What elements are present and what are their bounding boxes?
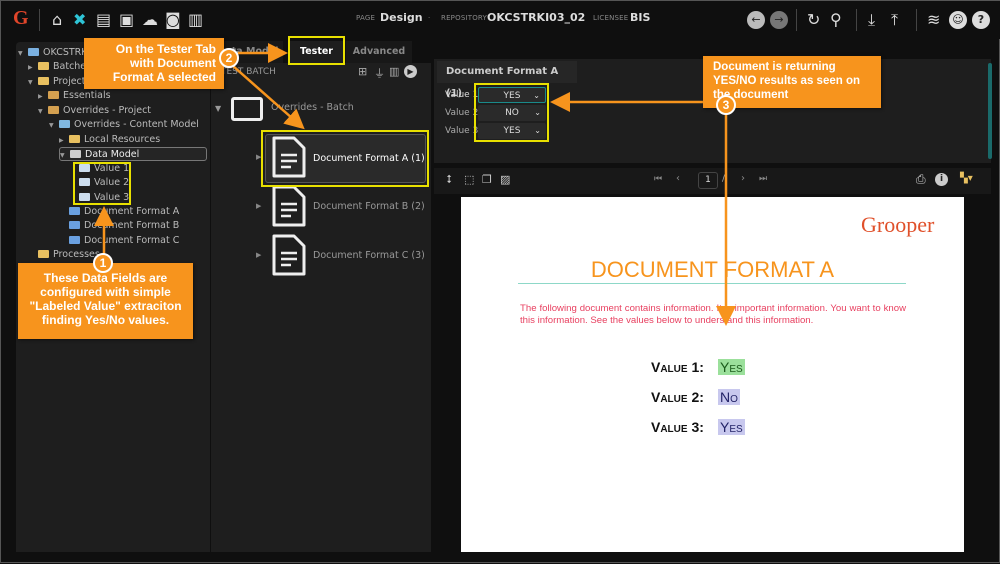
callout-number-1: 1 — [93, 253, 113, 273]
callout-2: On the Tester Tab with Document Format A… — [84, 38, 224, 89]
callout-number-3: 3 — [716, 95, 736, 115]
callout-1: These Data Fields are configured with si… — [18, 263, 193, 339]
callout-number-2: 2 — [219, 48, 239, 68]
